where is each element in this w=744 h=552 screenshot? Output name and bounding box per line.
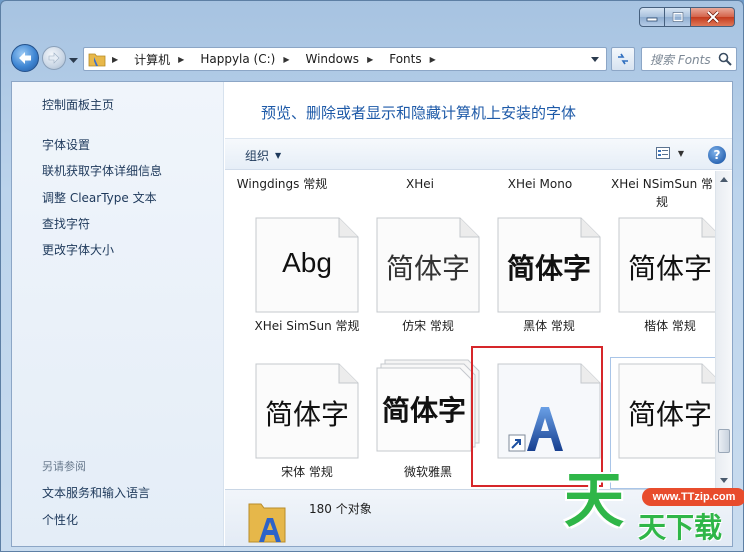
breadcrumb-windows[interactable]: Windows	[305, 52, 359, 66]
minimize-button[interactable]	[639, 7, 665, 27]
task-pane: 控制面板主页 字体设置 联机获取字体详细信息 调整 ClearType 文本 查…	[12, 82, 224, 546]
caret-down-icon: ▼	[677, 148, 684, 158]
arrow-right-icon	[48, 52, 60, 64]
chevron-right-icon: ▶	[178, 54, 185, 64]
font-tile-xhei-simsun[interactable]: Abg	[255, 217, 359, 313]
page-title: 预览、删除或者显示和隐藏计算机上安装的字体	[261, 104, 577, 122]
breadcrumb-fonts[interactable]: Fonts	[389, 52, 421, 66]
maximize-button[interactable]	[665, 7, 691, 27]
font-tile-heiti[interactable]: 简体字	[497, 217, 601, 313]
breadcrumb-drive[interactable]: Happyla (C:)	[200, 52, 275, 66]
search-placeholder: 搜索 Fonts	[650, 52, 711, 67]
folder-icon	[88, 53, 106, 67]
arrow-left-icon	[19, 52, 31, 64]
font-sample: 简体字	[385, 252, 470, 285]
watermark-text: 天下载	[638, 511, 723, 544]
breadcrumb-separator[interactable]: ▶	[430, 55, 444, 64]
address-history-dropdown[interactable]	[586, 48, 604, 70]
back-button[interactable]	[11, 44, 39, 72]
search-icon	[718, 52, 732, 66]
breadcrumb-computer[interactable]: 计算机	[134, 51, 170, 68]
vertical-scrollbar[interactable]	[715, 171, 732, 489]
font-item-label[interactable]: XHei Mono	[485, 175, 595, 193]
forward-button[interactable]	[42, 46, 66, 70]
caret-down-icon: ▼	[275, 151, 282, 160]
title-bar	[1, 1, 743, 37]
font-tile-msyahei[interactable]: 简体字	[376, 359, 480, 455]
chevron-right-icon: ▶	[112, 54, 119, 64]
chevron-down-icon	[591, 56, 599, 62]
see-also-heading: 另请参阅	[42, 460, 86, 473]
font-tile-kaiti[interactable]: 简体字	[618, 217, 722, 313]
font-item-label[interactable]: 微软雅黑	[373, 463, 483, 481]
refresh-icon	[618, 53, 628, 65]
font-item-label[interactable]: 黑体 常规	[494, 317, 604, 335]
organize-menu-button[interactable]: 组织 ▼	[245, 147, 281, 164]
font-sample: 简体字	[506, 252, 591, 285]
chevron-down-icon	[69, 58, 78, 63]
close-icon	[706, 11, 719, 23]
maximize-icon	[672, 12, 683, 22]
font-grid: Wingdings 常规 XHei XHei Mono XHei NSimSun…	[225, 171, 732, 489]
font-item-label[interactable]: 仿宋 常规	[373, 317, 483, 335]
font-sample: 简体字	[627, 252, 712, 285]
personalization-link[interactable]: 个性化	[42, 511, 78, 528]
font-item-label[interactable]: 宋体 常规	[252, 463, 362, 481]
font-item-label[interactable]: XHei	[365, 175, 475, 193]
breadcrumb-separator[interactable]: ▶	[178, 55, 192, 64]
help-icon: ?	[713, 148, 721, 162]
font-sample: 简体字	[381, 394, 466, 427]
font-settings-link[interactable]: 字体设置	[42, 136, 90, 153]
close-button[interactable]	[691, 7, 735, 27]
breadcrumb-separator[interactable]: ▶	[367, 55, 381, 64]
font-sample: Abg	[282, 247, 332, 278]
watermark-big-char: 天	[564, 466, 624, 536]
help-button[interactable]: ?	[708, 146, 726, 164]
chevron-right-icon: ▶	[429, 54, 436, 64]
find-character-link[interactable]: 查找字符	[42, 215, 90, 232]
recent-pages-dropdown[interactable]	[69, 53, 78, 67]
organize-label: 组织	[245, 149, 270, 163]
address-bar[interactable]: ▶ 计算机 ▶ Happyla (C:) ▶ Windows ▶ Fonts ▶	[83, 47, 607, 71]
chevron-right-icon: ▶	[367, 54, 374, 64]
minimize-icon	[646, 17, 658, 22]
site-watermark: 天 www.TTzip.com 天下载	[552, 466, 744, 552]
breadcrumb-separator[interactable]: ▶	[283, 55, 297, 64]
font-item-label[interactable]: XHei SimSun 常规	[252, 317, 362, 335]
font-item-label[interactable]: Wingdings 常规	[227, 175, 337, 193]
window-controls	[639, 7, 735, 27]
chevron-up-icon	[720, 177, 728, 182]
chevron-right-icon: ▶	[283, 54, 290, 64]
change-view-button[interactable]: ▼	[655, 147, 684, 159]
get-font-info-online-link[interactable]: 联机获取字体详细信息	[42, 162, 162, 179]
font-item-label[interactable]: 楷体 常规	[615, 317, 725, 335]
view-details-icon	[655, 147, 670, 159]
control-panel-home-link[interactable]: 控制面板主页	[42, 96, 114, 113]
watermark-url: www.TTzip.com	[642, 488, 744, 506]
font-tile-fangsong[interactable]: 简体字	[376, 217, 480, 313]
font-sample: 简体字	[264, 398, 349, 431]
change-font-size-link[interactable]: 更改字体大小	[42, 241, 114, 258]
search-input[interactable]: 搜索 Fonts	[641, 47, 737, 71]
font-tile-songti[interactable]: 简体字	[255, 363, 359, 459]
command-bar: 组织 ▼ ▼ ?	[225, 138, 732, 170]
fonts-folder-icon	[248, 503, 286, 543]
adjust-cleartype-link[interactable]: 调整 ClearType 文本	[42, 189, 157, 206]
text-services-link[interactable]: 文本服务和输入语言	[42, 484, 150, 501]
item-count: 180 个对象	[309, 502, 372, 516]
navigation-bar: ▶ 计算机 ▶ Happyla (C:) ▶ Windows ▶ Fonts ▶…	[11, 43, 737, 73]
scrollbar-thumb[interactable]	[718, 429, 730, 453]
scroll-up-button[interactable]	[716, 171, 732, 188]
font-item-label[interactable]: XHei NSimSun 常规	[607, 175, 717, 211]
breadcrumb-root-separator[interactable]: ▶	[112, 55, 126, 64]
refresh-button[interactable]	[611, 47, 635, 71]
